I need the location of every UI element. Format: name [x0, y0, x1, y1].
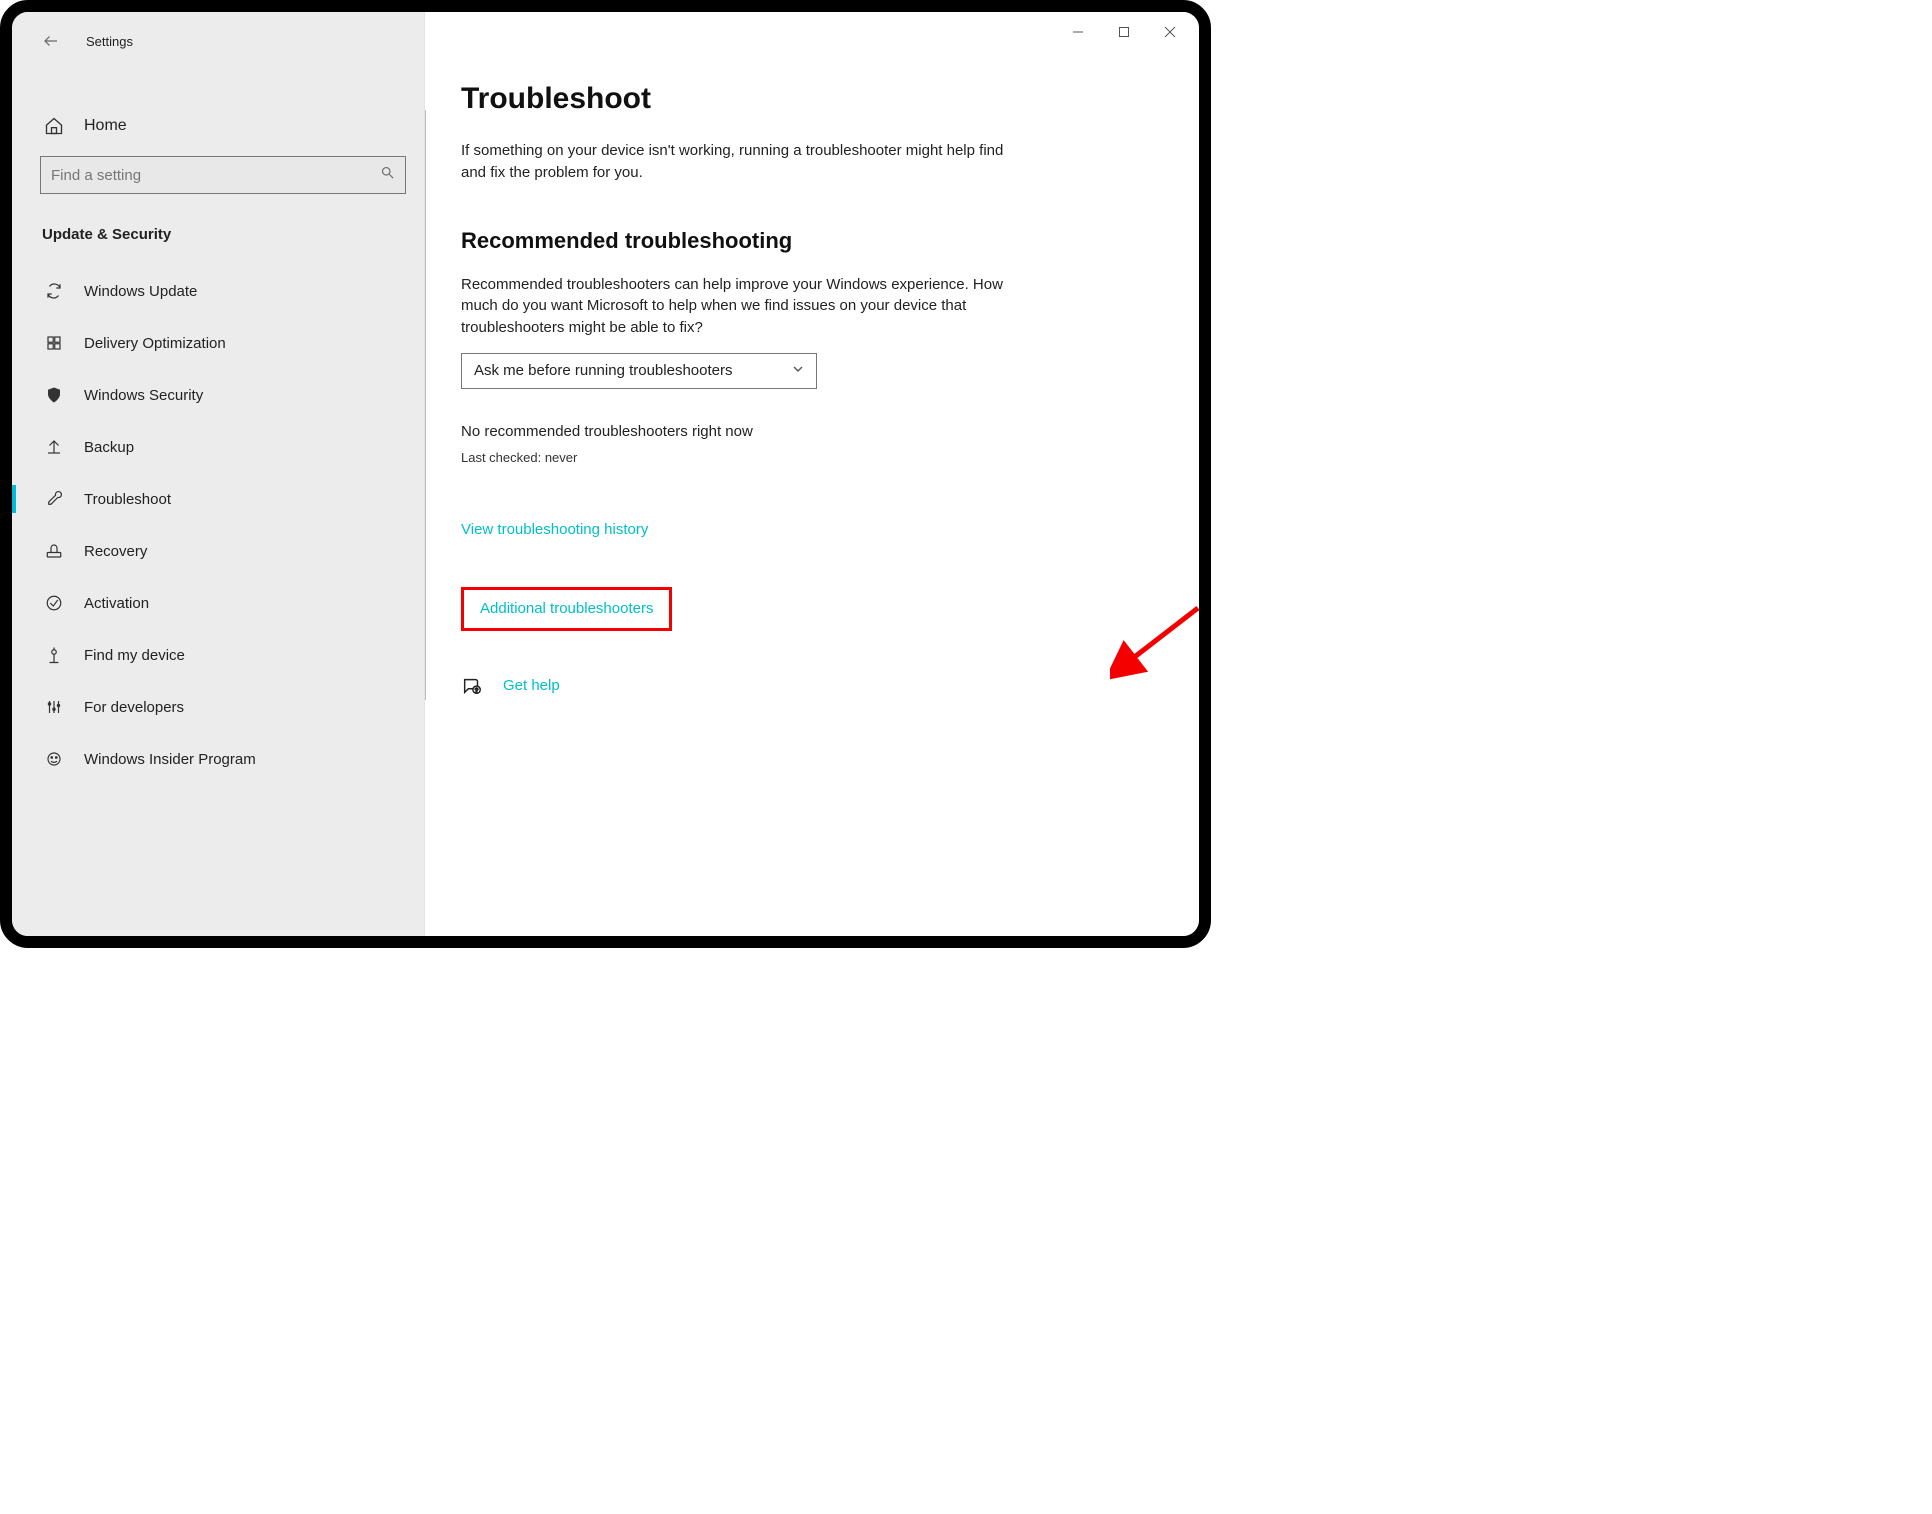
recommended-heading: Recommended troubleshooting [461, 228, 1159, 254]
content-pane: Troubleshoot If something on your device… [424, 12, 1199, 936]
sidebar-item-windows-update[interactable]: Windows Update [12, 265, 424, 317]
sidebar-item-troubleshoot[interactable]: Troubleshoot [12, 473, 424, 525]
annotation-highlight: Additional troubleshooters [461, 587, 672, 631]
maximize-button[interactable] [1101, 16, 1147, 48]
check-circle-icon [44, 593, 64, 613]
sidebar-item-label: Windows Update [84, 283, 197, 300]
sidebar-item-label: Windows Insider Program [84, 751, 256, 768]
backup-icon [44, 437, 64, 457]
help-chat-icon: ? [461, 675, 483, 697]
page-title: Troubleshoot [461, 82, 1159, 116]
sidebar-item-recovery[interactable]: Recovery [12, 525, 424, 577]
last-checked-text: Last checked: never [461, 450, 1159, 465]
sidebar-section-title: Update & Security [12, 202, 424, 265]
sidebar-item-windows-security[interactable]: Windows Security [12, 369, 424, 421]
location-icon [44, 645, 64, 665]
insider-icon [44, 749, 64, 769]
wrench-icon [44, 489, 64, 509]
chevron-down-icon [792, 362, 804, 379]
sidebar-item-label: Activation [84, 595, 149, 612]
sidebar-item-for-developers[interactable]: For developers [12, 681, 424, 733]
sidebar: Settings Home Update & Security [12, 12, 424, 936]
sidebar-item-backup[interactable]: Backup [12, 421, 424, 473]
sidebar-item-windows-insider[interactable]: Windows Insider Program [12, 733, 424, 785]
sidebar-item-delivery-optimization[interactable]: Delivery Optimization [12, 317, 424, 369]
get-help-link[interactable]: Get help [503, 677, 560, 694]
additional-troubleshooters-link[interactable]: Additional troubleshooters [480, 600, 653, 617]
home-icon [44, 116, 64, 136]
get-help-row[interactable]: ? Get help [461, 675, 1159, 697]
sidebar-item-label: Find my device [84, 647, 185, 664]
close-button[interactable] [1147, 16, 1193, 48]
sidebar-item-home[interactable]: Home [12, 104, 424, 148]
recovery-icon [44, 541, 64, 561]
view-history-link[interactable]: View troubleshooting history [461, 521, 648, 538]
sidebar-item-label: Windows Security [84, 387, 203, 404]
sidebar-item-label: Delivery Optimization [84, 335, 226, 352]
no-recommended-text: No recommended troubleshooters right now [461, 423, 1159, 440]
delivery-icon [44, 333, 64, 353]
search-input[interactable] [51, 167, 395, 184]
troubleshooter-preference-dropdown[interactable]: Ask me before running troubleshooters [461, 353, 817, 389]
sidebar-item-label: Troubleshoot [84, 491, 171, 508]
sidebar-item-label: Recovery [84, 543, 147, 560]
home-label: Home [84, 117, 127, 135]
search-input-wrap[interactable] [40, 156, 406, 194]
developer-icon [44, 697, 64, 717]
intro-text: If something on your device isn't workin… [461, 140, 1021, 184]
window-controls [1055, 16, 1193, 48]
search-icon [380, 165, 395, 185]
window-frame: Settings Home Update & Security [0, 0, 1211, 948]
minimize-button[interactable] [1055, 16, 1101, 48]
titlebar [12, 12, 1199, 52]
sidebar-item-label: Backup [84, 439, 134, 456]
dropdown-value: Ask me before running troubleshooters [474, 362, 732, 379]
shield-icon [44, 385, 64, 405]
sidebar-item-find-my-device[interactable]: Find my device [12, 629, 424, 681]
sidebar-item-activation[interactable]: Activation [12, 577, 424, 629]
sidebar-item-label: For developers [84, 699, 184, 716]
recommended-body: Recommended troubleshooters can help imp… [461, 274, 1021, 339]
sync-icon [44, 281, 64, 301]
